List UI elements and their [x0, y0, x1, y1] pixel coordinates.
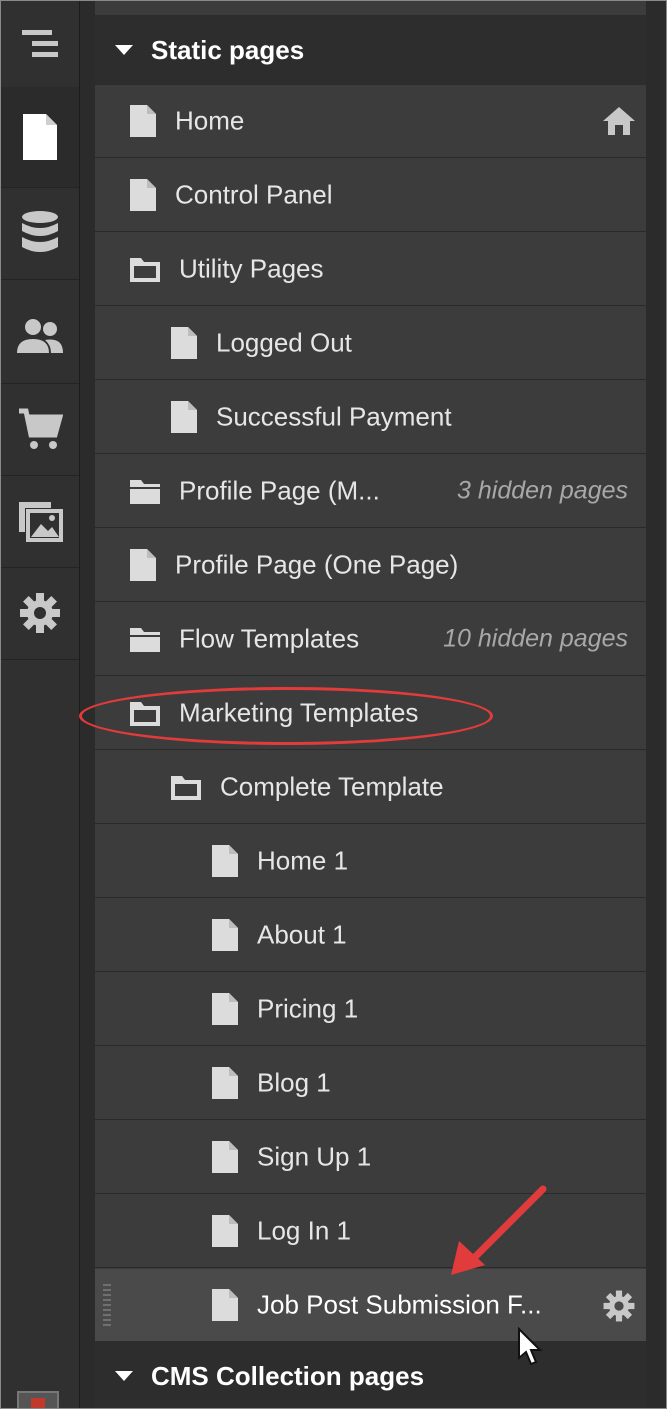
row-label: Log In 1 [257, 1215, 351, 1246]
users-icon [17, 319, 63, 353]
row-label: Profile Page (One Page) [175, 549, 459, 580]
folder-open-icon [129, 255, 161, 290]
left-icon-rail [1, 1, 80, 1408]
page-icon [211, 918, 239, 959]
folder-open-icon [129, 699, 161, 734]
pages-button[interactable] [1, 87, 79, 188]
static-pages-header[interactable]: Static pages [95, 15, 646, 85]
page-icon [170, 400, 198, 441]
row-label: Job Post Submission F... [257, 1289, 542, 1320]
row-label: Utility Pages [179, 253, 324, 284]
page-settings-gear-icon[interactable] [602, 1289, 636, 1330]
page-icon [211, 1066, 239, 1107]
home-icon [602, 105, 636, 144]
row-label: Pricing 1 [257, 993, 359, 1024]
pages-icon [23, 114, 57, 160]
users-button[interactable] [1, 291, 79, 384]
static-pages-title: Static pages [151, 34, 305, 65]
ecommerce-button[interactable] [1, 383, 79, 476]
page-icon [211, 1288, 239, 1329]
row-label: Complete Template [220, 771, 444, 802]
settings-gear-icon [20, 593, 60, 633]
annotation-arrow-icon [451, 1185, 547, 1275]
folder-row-utility-pages[interactable]: Utility Pages [95, 233, 646, 306]
hidden-pages-hint: 10 hidden pages [443, 624, 628, 653]
navigator-button[interactable] [1, 1, 79, 88]
assets-icon [19, 502, 63, 542]
settings-button[interactable] [1, 567, 79, 660]
folder-row-flow-templates[interactable]: Flow Templates 10 hidden pages [95, 603, 646, 676]
page-row-about-1[interactable]: About 1 [95, 899, 646, 972]
page-row-log-in-1[interactable]: Log In 1 [95, 1195, 646, 1268]
caret-down-icon [115, 45, 133, 55]
page-icon [129, 548, 157, 589]
folder-open-icon [170, 773, 202, 808]
page-row-pricing-1[interactable]: Pricing 1 [95, 973, 646, 1046]
hidden-pages-hint: 3 hidden pages [457, 476, 628, 505]
row-label: Profile Page (M... [179, 475, 380, 506]
page-row-blog-1[interactable]: Blog 1 [95, 1047, 646, 1120]
mouse-cursor-icon [518, 1327, 543, 1366]
page-row-profile-page-one-page[interactable]: Profile Page (One Page) [95, 529, 646, 602]
page-row-successful-payment[interactable]: Successful Payment [95, 381, 646, 454]
cms-pages-title: CMS Collection pages [151, 1360, 425, 1391]
rail-bottom-badge[interactable] [17, 1391, 59, 1408]
row-label: Control Panel [175, 179, 333, 210]
row-label: Flow Templates [179, 623, 360, 654]
caret-down-icon [115, 1371, 133, 1381]
page-row-home[interactable]: Home [95, 85, 646, 158]
row-label: Sign Up 1 [257, 1141, 372, 1172]
cms-pages-header[interactable]: CMS Collection pages [95, 1341, 646, 1408]
row-label: Successful Payment [216, 401, 452, 432]
folder-row-profile-page-m[interactable]: Profile Page (M... 3 hidden pages [95, 455, 646, 528]
page-icon [129, 104, 157, 145]
app-window: Static pages Home Control Panel Utility Pa… [0, 0, 667, 1409]
page-row-sign-up-1[interactable]: Sign Up 1 [95, 1121, 646, 1194]
page-icon [211, 1140, 239, 1181]
folder-closed-icon [129, 625, 161, 660]
page-icon [211, 1214, 239, 1255]
page-icon [211, 992, 239, 1033]
row-label: Marketing Templates [179, 697, 419, 728]
folder-closed-icon [129, 477, 161, 512]
page-row-job-post-submission-f[interactable]: Job Post Submission F... [95, 1269, 646, 1342]
row-label: Home [175, 105, 245, 136]
page-icon [129, 178, 157, 219]
navigator-icon [22, 30, 58, 57]
page-row-logged-out[interactable]: Logged Out [95, 307, 646, 380]
page-row-control-panel[interactable]: Control Panel [95, 159, 646, 232]
cms-database-icon [22, 211, 58, 252]
panel-gutter [646, 1, 666, 1408]
assets-button[interactable] [1, 475, 79, 568]
drag-handle[interactable] [103, 1284, 111, 1328]
page-icon [170, 326, 198, 367]
row-label: Blog 1 [257, 1067, 331, 1098]
row-label: About 1 [257, 919, 347, 950]
row-label: Logged Out [216, 327, 352, 358]
folder-row-complete-template[interactable]: Complete Template [95, 751, 646, 824]
page-row-home-1[interactable]: Home 1 [95, 825, 646, 898]
ecommerce-cart-icon [19, 408, 63, 449]
row-label: Home 1 [257, 845, 349, 876]
folder-row-marketing-templates[interactable]: Marketing Templates [95, 677, 646, 750]
cms-button[interactable] [1, 187, 79, 280]
page-icon [211, 844, 239, 885]
